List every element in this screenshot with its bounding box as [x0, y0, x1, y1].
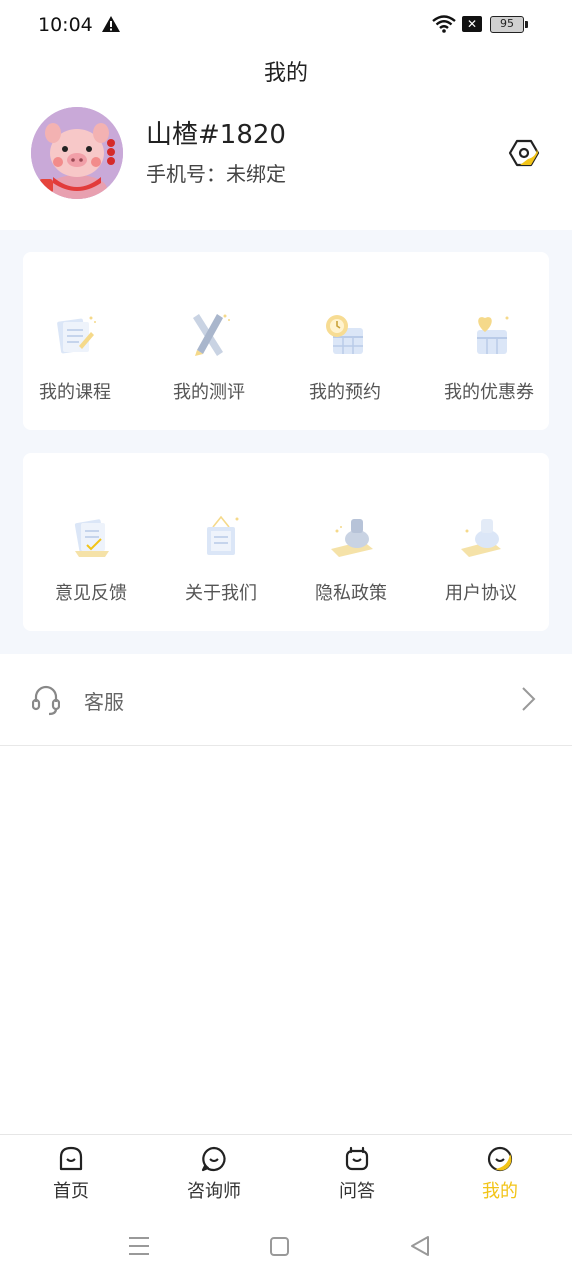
qa-icon — [343, 1145, 371, 1173]
customer-service-row[interactable]: 客服 — [0, 654, 572, 746]
no-sim-icon: ✕ — [462, 16, 482, 32]
menu-item-coupons[interactable]: 我的优惠券 — [431, 252, 547, 430]
system-nav-bar — [0, 1212, 572, 1280]
menu-item-label: 我的优惠券 — [444, 382, 534, 403]
appointment-icon — [319, 310, 371, 360]
menu-item-label: 关于我们 — [185, 583, 257, 604]
menu-item-user-agreement[interactable]: 用户协议 — [433, 453, 529, 631]
menu-card-primary: 我的课程 我的测评 我的预约 我的优惠券 — [23, 252, 549, 430]
tab-label: 问答 — [339, 1181, 375, 1202]
tab-label: 首页 — [53, 1181, 89, 1202]
chevron-right-icon — [520, 686, 536, 716]
privacy-icon — [325, 511, 377, 561]
menu-item-privacy-policy[interactable]: 隐私政策 — [303, 453, 399, 631]
tab-home[interactable]: 首页 — [21, 1145, 121, 1203]
status-bar: 10:04 ✕ 95 — [0, 0, 572, 50]
tab-label: 咨询师 — [187, 1181, 241, 1202]
menu-item-label: 我的课程 — [39, 382, 111, 403]
about-icon — [195, 511, 247, 561]
menu-item-label: 意见反馈 — [55, 583, 127, 604]
tab-mine[interactable]: 我的 — [450, 1145, 550, 1203]
home-icon — [57, 1145, 85, 1173]
counselor-icon — [200, 1145, 228, 1173]
menu-item-label: 隐私政策 — [315, 583, 387, 604]
tab-qa[interactable]: 问答 — [307, 1145, 407, 1203]
wifi-icon — [431, 14, 457, 38]
tab-counselors[interactable]: 咨询师 — [164, 1145, 264, 1203]
menu-item-label: 用户协议 — [445, 583, 517, 604]
feedback-icon — [65, 511, 117, 561]
menu-item-appointments[interactable]: 我的预约 — [291, 252, 399, 430]
status-time: 10:04 — [38, 14, 93, 36]
menu-item-courses[interactable]: 我的课程 — [23, 252, 127, 430]
menu-icon[interactable] — [128, 1235, 150, 1261]
back-icon[interactable] — [409, 1234, 431, 1262]
home-square-icon[interactable] — [270, 1237, 289, 1256]
menu-card-secondary: 意见反馈 关于我们 隐私政策 用户协议 — [23, 453, 549, 631]
username: 山楂#1820 — [146, 120, 286, 150]
assessment-icon — [183, 310, 235, 360]
menu-item-feedback[interactable]: 意见反馈 — [43, 453, 139, 631]
phone-binding-status[interactable]: 手机号：未绑定 — [146, 158, 286, 187]
page-title: 我的 — [263, 61, 308, 86]
alert-icon — [101, 15, 121, 37]
menu-item-assessments[interactable]: 我的测评 — [155, 252, 263, 430]
agreement-icon — [455, 511, 507, 561]
menu-item-label: 我的测评 — [173, 382, 245, 403]
menu-item-about-us[interactable]: 关于我们 — [173, 453, 269, 631]
menu-item-label: 我的预约 — [309, 382, 381, 403]
avatar[interactable] — [31, 107, 123, 199]
headset-icon — [31, 684, 61, 720]
tab-label: 我的 — [482, 1181, 518, 1202]
customer-service-label: 客服 — [84, 690, 124, 714]
coupon-icon — [463, 310, 515, 360]
course-icon — [49, 310, 101, 360]
battery-icon: 95 — [490, 16, 528, 33]
settings-icon[interactable] — [508, 137, 540, 169]
mine-icon — [486, 1145, 514, 1173]
bottom-tab-bar: 首页 咨询师 问答 我的 — [0, 1134, 572, 1212]
menu-panel: 我的课程 我的测评 我的预约 我的优惠券 意见反馈 关于我们 隐私政策 用户协议 — [0, 230, 572, 654]
